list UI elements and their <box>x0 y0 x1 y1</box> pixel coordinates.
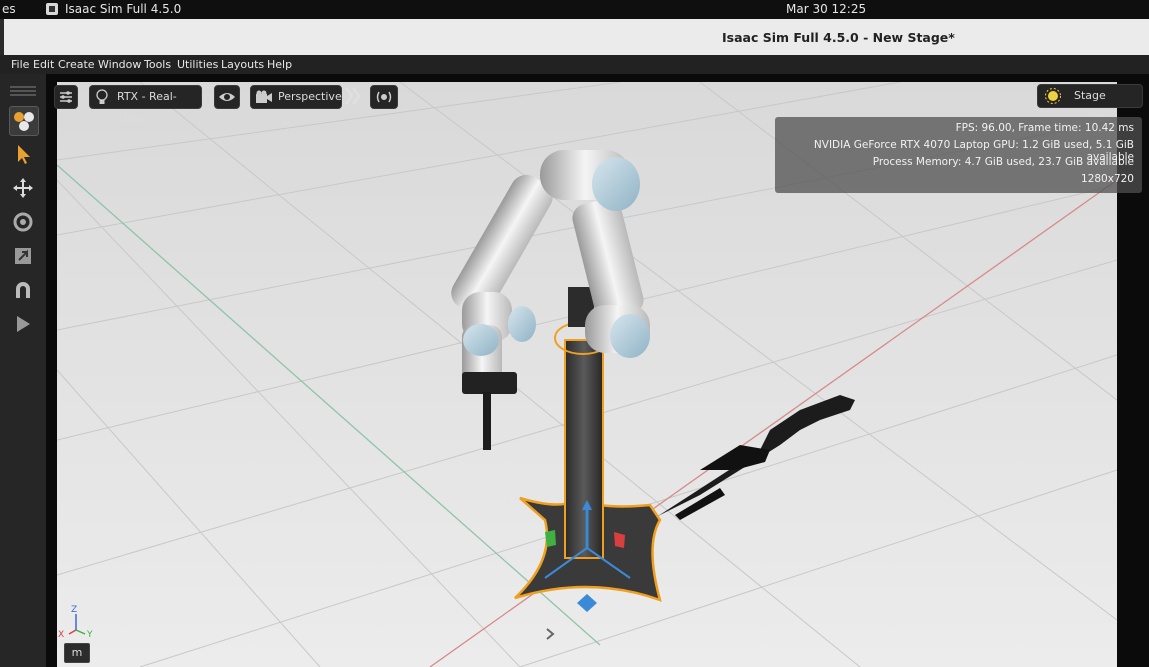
unit-indicator[interactable]: m <box>64 643 90 663</box>
scale-icon[interactable] <box>9 242 37 270</box>
renderer-button[interactable]: RTX - Real-Time <box>89 85 202 125</box>
menu-create[interactable]: Create <box>58 58 95 71</box>
menu-utilities[interactable]: Utilities <box>177 58 218 71</box>
axis-label-y: Y <box>87 630 93 640</box>
camera-label: Perspective <box>278 90 342 103</box>
menu-bar: File Edit Create Window Tools Utilities … <box>0 55 1149 74</box>
move-icon[interactable] <box>9 174 37 202</box>
axis-triad <box>68 614 86 635</box>
stats-memory: Process Memory: 4.7 GiB used, 23.7 GiB a… <box>872 156 1134 168</box>
os-top-bar: es Isaac Sim Full 4.5.0 Mar 30 12:25 <box>0 0 1149 19</box>
axis-label-x: X <box>58 630 65 640</box>
settings-sliders-icon <box>60 91 72 103</box>
broadcast-icon <box>376 91 392 103</box>
menu-layouts[interactable]: Layouts <box>221 58 264 71</box>
lightbulb-icon <box>96 89 108 104</box>
stats-overlay: FPS: 96.00, Frame time: 10.42 ms NVIDIA … <box>775 117 1142 193</box>
robot-gripper[interactable] <box>462 372 517 394</box>
os-app-name[interactable]: Isaac Sim Full 4.5.0 <box>65 2 181 16</box>
chevron-right-icon[interactable] <box>543 627 557 641</box>
toolbar-grip[interactable] <box>10 86 36 88</box>
left-toolbar <box>0 74 47 667</box>
app-icon <box>46 3 58 15</box>
select-mode-icon[interactable] <box>9 106 39 136</box>
menu-edit[interactable]: Edit <box>33 58 54 71</box>
os-activities-fragment[interactable]: es <box>2 2 16 16</box>
os-clock[interactable]: Mar 30 12:25 <box>786 2 866 16</box>
viewport-settings-button[interactable] <box>54 85 78 109</box>
renderer-label: RTX - Real-Time <box>117 90 177 125</box>
stage-lights-button[interactable]: Stage Lights <box>1037 84 1143 124</box>
window-titlebar[interactable]: Isaac Sim Full 4.5.0 - New Stage* <box>0 19 1149 56</box>
chevron-double-right-icon[interactable] <box>344 85 362 107</box>
eye-icon <box>219 93 235 101</box>
stand-post[interactable] <box>564 339 604 559</box>
stats-resolution: 1280x720 <box>1081 173 1134 185</box>
visibility-button[interactable] <box>214 85 240 109</box>
snap-magnet-icon[interactable] <box>9 276 37 304</box>
axis-label-z: Z <box>71 605 78 615</box>
menu-tools[interactable]: Tools <box>144 58 171 71</box>
menu-help[interactable]: Help <box>267 58 292 71</box>
play-icon[interactable] <box>9 310 37 338</box>
menu-window[interactable]: Window <box>98 58 141 71</box>
robot-shoulder-cap <box>592 157 640 211</box>
broadcast-button[interactable] <box>370 85 398 109</box>
window-title: Isaac Sim Full 4.5.0 - New Stage* <box>722 30 955 45</box>
stats-fps: FPS: 96.00, Frame time: 10.42 ms <box>955 122 1134 134</box>
menu-file[interactable]: File <box>11 58 29 71</box>
sun-icon <box>1045 88 1061 104</box>
rotate-icon[interactable] <box>9 208 37 236</box>
camera-button[interactable]: Perspective <box>250 85 342 109</box>
select-arrow-icon[interactable] <box>9 140 37 168</box>
camera-icon <box>256 90 272 103</box>
